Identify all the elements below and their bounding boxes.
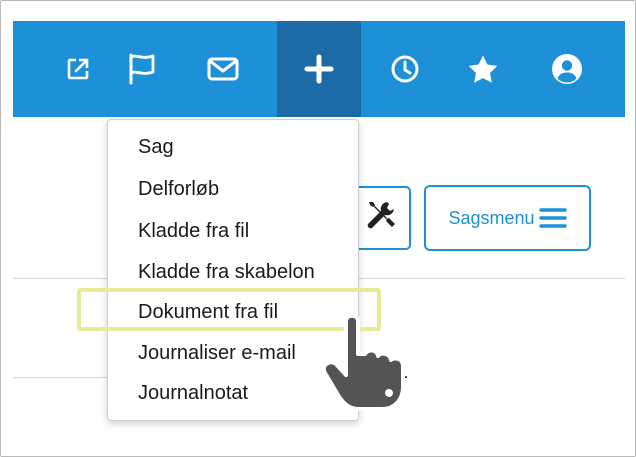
tools-button[interactable] <box>351 186 411 250</box>
date-fragment: .8-21 <box>358 358 409 383</box>
hamburger-icon <box>538 207 567 229</box>
user-circle-icon[interactable] <box>545 21 589 117</box>
app-window: Sagsmenu .8-21 Sag Delforløb Kladde fra … <box>0 0 636 457</box>
menu-item-journalnotat[interactable]: Journalnotat <box>138 373 248 413</box>
menu-item-kladde-fra-skabelon[interactable]: Kladde fra skabelon <box>138 252 315 292</box>
external-link-icon[interactable] <box>60 21 96 117</box>
menu-item-sag[interactable]: Sag <box>138 127 174 167</box>
flag-icon[interactable] <box>121 21 163 117</box>
menu-item-journaliser-email[interactable]: Journaliser e-mail <box>138 333 296 373</box>
tools-icon <box>361 196 401 241</box>
menu-item-dokument-fra-fil[interactable]: Dokument fra fil <box>138 292 278 332</box>
plus-icon[interactable] <box>277 21 361 117</box>
mail-icon[interactable] <box>201 21 245 117</box>
top-navigation-bar <box>13 21 625 117</box>
clock-icon[interactable] <box>385 21 425 117</box>
sagsmenu-label: Sagsmenu <box>448 207 535 228</box>
new-item-dropdown: Sag Delforløb Kladde fra fil Kladde fra … <box>107 119 359 421</box>
star-icon[interactable] <box>463 21 503 117</box>
sagsmenu-button[interactable]: Sagsmenu <box>424 185 591 251</box>
menu-item-kladde-fra-fil[interactable]: Kladde fra fil <box>138 211 249 251</box>
menu-item-delforloeb[interactable]: Delforløb <box>138 169 219 209</box>
